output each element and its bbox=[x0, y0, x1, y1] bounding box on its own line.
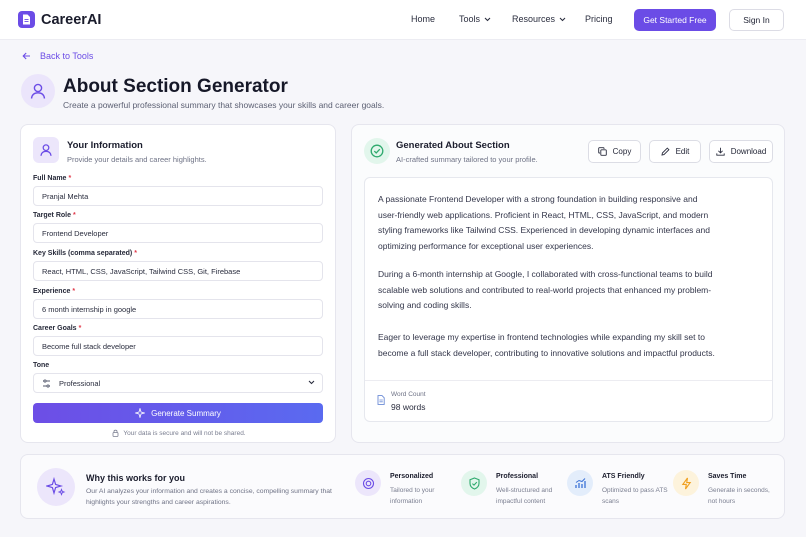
summary-text-area[interactable]: A passionate Frontend Developer with a s… bbox=[364, 177, 773, 422]
download-label: Download bbox=[730, 147, 767, 156]
nav-home[interactable]: Home bbox=[411, 14, 435, 24]
generated-about-card: Generated About Section AI-crafted summa… bbox=[351, 124, 785, 443]
top-nav: CareerAI Home Tools Resources Pricing Ge… bbox=[0, 0, 806, 40]
copy-label: Copy bbox=[612, 147, 632, 156]
word-count-label: Word Count bbox=[391, 391, 426, 398]
secure-note-text: Your data is secure and will not be shar… bbox=[123, 429, 246, 437]
user-icon bbox=[33, 137, 59, 163]
feature-desc: Tailored to your information bbox=[390, 487, 435, 505]
key-skills-input[interactable]: React, HTML, CSS, JavaScript, Tailwind C… bbox=[33, 261, 323, 281]
summary-paragraph: Eager to leverage my expertise in fronte… bbox=[378, 332, 715, 358]
nav-tools[interactable]: Tools bbox=[459, 14, 491, 24]
edit-button[interactable]: Edit bbox=[649, 140, 701, 163]
brand-name: CareerAI bbox=[41, 11, 102, 28]
summary-paragraph: During a 6-month internship at Google, I… bbox=[378, 269, 713, 311]
chevron-down-icon bbox=[559, 17, 566, 21]
feature-desc: Well-structured and impactful content bbox=[496, 487, 553, 505]
feature-title: Saves Time bbox=[708, 473, 747, 480]
feature-desc: Generate in seconds, not hours bbox=[708, 487, 770, 505]
target-icon bbox=[355, 470, 381, 496]
back-link-label: Back to Tools bbox=[40, 51, 94, 61]
download-icon bbox=[716, 147, 725, 156]
sparkle-icon bbox=[135, 408, 146, 418]
word-count-value: 98 words bbox=[391, 402, 426, 412]
career-goals-input[interactable]: Become full stack developer bbox=[33, 336, 323, 356]
pencil-icon bbox=[661, 147, 670, 156]
tone-value: Professional bbox=[59, 378, 101, 388]
secure-note: Your data is secure and will not be shar… bbox=[21, 429, 337, 437]
form-title: Your Information bbox=[67, 140, 143, 151]
tone-select[interactable]: Professional bbox=[33, 373, 323, 393]
full-name-input[interactable]: Pranjal Mehta bbox=[33, 186, 323, 206]
chevron-down-icon bbox=[308, 380, 315, 385]
back-to-tools-link[interactable]: Back to Tools bbox=[22, 51, 93, 61]
nav-resources[interactable]: Resources bbox=[512, 14, 566, 24]
arrow-left-icon bbox=[22, 52, 30, 60]
nav-tools-label: Tools bbox=[459, 14, 481, 24]
document-icon bbox=[377, 395, 385, 405]
why-description: Our AI analyzes your information and cre… bbox=[86, 488, 332, 506]
output-subtitle: AI-crafted summary tailored to your prof… bbox=[396, 155, 538, 164]
experience-input[interactable]: 6 month internship in google bbox=[33, 299, 323, 319]
feature-title: ATS Friendly bbox=[602, 473, 645, 480]
feature-title: Personalized bbox=[390, 473, 434, 480]
lightning-icon bbox=[673, 470, 699, 496]
form-subtitle: Provide your details and career highligh… bbox=[67, 155, 207, 164]
target-role-input[interactable]: Frontend Developer bbox=[33, 223, 323, 243]
feature-desc: Optimized to pass ATS scans bbox=[602, 487, 668, 505]
page-title: About Section Generator bbox=[63, 76, 288, 97]
experience-label: Experience * bbox=[33, 288, 76, 295]
nav-home-label: Home bbox=[411, 14, 436, 24]
brand[interactable]: CareerAI bbox=[18, 11, 101, 28]
copy-button[interactable]: Copy bbox=[588, 140, 641, 163]
generate-summary-button[interactable]: Generate Summary bbox=[33, 403, 323, 423]
document-icon bbox=[18, 11, 35, 28]
nav-pricing-label: Pricing bbox=[585, 14, 613, 24]
full-name-label: Full Name * bbox=[33, 175, 72, 182]
feature-title: Professional bbox=[496, 473, 539, 480]
user-icon bbox=[21, 74, 55, 108]
key-skills-label: Key Skills (comma separated) * bbox=[33, 250, 137, 257]
sign-in-button[interactable]: Sign In bbox=[729, 9, 784, 31]
chart-icon bbox=[567, 470, 593, 496]
sparkles-icon bbox=[37, 468, 75, 506]
why-this-works-section: Why this works for you Our AI analyzes y… bbox=[20, 454, 785, 519]
edit-label: Edit bbox=[675, 147, 690, 156]
sliders-icon bbox=[43, 378, 50, 388]
lock-icon bbox=[112, 429, 119, 437]
nav-pricing[interactable]: Pricing bbox=[585, 14, 613, 24]
chevron-down-icon bbox=[484, 17, 491, 21]
divider bbox=[365, 380, 772, 381]
page-subtitle: Create a powerful professional summary t… bbox=[63, 100, 385, 110]
nav-resources-label: Resources bbox=[512, 14, 556, 24]
output-title: Generated About Section bbox=[396, 140, 510, 151]
target-role-label: Target Role * bbox=[33, 212, 76, 219]
tone-label: Tone bbox=[33, 362, 50, 369]
shield-check-icon bbox=[461, 470, 487, 496]
copy-icon bbox=[597, 147, 607, 156]
get-started-button[interactable]: Get Started Free bbox=[634, 9, 716, 31]
summary-paragraph: A passionate Frontend Developer with a s… bbox=[378, 194, 710, 251]
download-button[interactable]: Download bbox=[709, 140, 773, 163]
generate-summary-label: Generate Summary bbox=[151, 408, 221, 418]
your-information-card: Your Information Provide your details an… bbox=[20, 124, 336, 443]
career-goals-label: Career Goals * bbox=[33, 325, 82, 332]
check-circle-icon bbox=[364, 138, 390, 164]
why-title: Why this works for you bbox=[86, 473, 186, 483]
